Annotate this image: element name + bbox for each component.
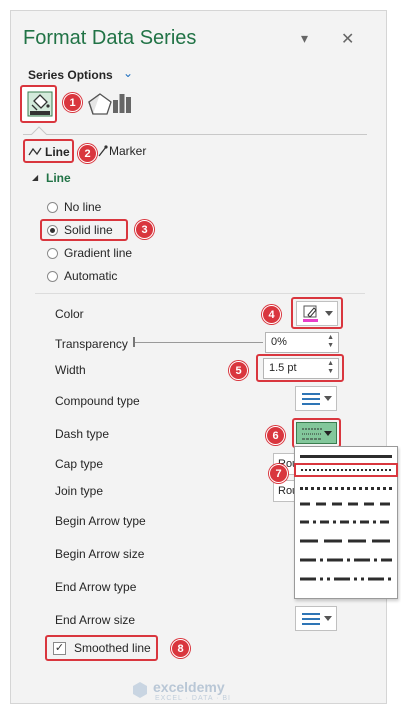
spin-up-icon[interactable]: ▲ xyxy=(327,360,334,367)
smoothed-line-highlight[interactable]: ✓ Smoothed line xyxy=(45,635,158,661)
begin-arrow-type-label: Begin Arrow type xyxy=(55,514,146,528)
width-spinner[interactable]: 1.5 pt ▲ ▼ xyxy=(263,358,339,379)
pane-title: Format Data Series xyxy=(23,27,197,49)
color-label: Color xyxy=(55,307,84,321)
pen-color-icon xyxy=(303,305,318,322)
radio-solid-line[interactable]: Solid line xyxy=(40,219,128,241)
callout-5: 5 xyxy=(229,361,248,380)
radio-automatic[interactable]: Automatic xyxy=(47,269,167,287)
width-spinner-highlight[interactable]: 1.5 pt ▲ ▼ xyxy=(256,354,344,382)
end-arrow-size-label: End Arrow size xyxy=(55,613,136,627)
dash-type-label: Dash type xyxy=(55,427,110,441)
callout-3: 3 xyxy=(135,220,154,239)
line-icon xyxy=(28,147,42,156)
width-label: Width xyxy=(55,363,86,377)
dash-option-square-dot[interactable] xyxy=(300,487,392,490)
dropdown-arrow-icon xyxy=(324,616,332,621)
collapse-triangle-icon[interactable]: ◢ xyxy=(32,173,38,182)
callout-7: 7 xyxy=(269,464,288,483)
arrow-size-icon xyxy=(302,613,320,625)
fill-line-tab[interactable] xyxy=(20,85,57,123)
color-picker-highlight[interactable] xyxy=(291,297,343,329)
spin-down-icon[interactable]: ▼ xyxy=(327,368,334,375)
bar-chart-icon[interactable] xyxy=(111,92,133,114)
radio-button-selected[interactable] xyxy=(47,225,58,236)
radio-button[interactable] xyxy=(47,271,58,282)
line-subtab[interactable]: Line xyxy=(23,139,74,163)
tab-separator xyxy=(23,134,367,135)
close-icon[interactable]: ✕ xyxy=(341,29,354,49)
callout-1: 1 xyxy=(63,93,82,112)
compound-type-dropdown[interactable] xyxy=(295,386,337,411)
dropdown-arrow-icon xyxy=(324,396,332,401)
transparency-slider-track[interactable] xyxy=(135,342,263,343)
callout-2: 2 xyxy=(78,144,97,163)
callout-6: 6 xyxy=(266,426,285,445)
radio-label: Gradient line xyxy=(64,246,133,260)
radio-button[interactable] xyxy=(47,202,58,213)
dash-option-round-dot-selected[interactable] xyxy=(294,463,398,477)
chevron-down-icon[interactable]: ⌄ xyxy=(123,66,133,80)
radio-gradient-line[interactable]: Gradient line xyxy=(47,246,167,264)
cap-type-label: Cap type xyxy=(55,457,104,471)
radio-label: No line xyxy=(64,200,102,214)
smoothed-line-checkbox[interactable]: ✓ xyxy=(53,642,66,655)
end-arrow-size-dropdown[interactable] xyxy=(295,606,337,631)
watermark-tagline: EXCEL · DATA · BI xyxy=(155,695,231,702)
smoothed-line-label: Smoothed line xyxy=(74,641,151,655)
radio-label: Automatic xyxy=(64,269,118,283)
line-subtab-label: Line xyxy=(45,145,70,159)
format-data-series-pane: Format Data Series ▾ ✕ Series Options ⌄ … xyxy=(10,10,398,704)
series-options-dropdown[interactable]: Series Options xyxy=(28,68,113,82)
marker-icon xyxy=(98,145,108,157)
watermark-brand: exceldemy xyxy=(153,679,225,695)
dash-type-dropdown[interactable] xyxy=(296,422,337,444)
callout-8: 8 xyxy=(171,639,190,658)
spin-down-icon[interactable]: ▼ xyxy=(327,342,334,349)
dash-style-icon xyxy=(302,428,322,440)
color-picker-button[interactable] xyxy=(296,301,338,326)
dropdown-arrow-icon xyxy=(325,311,333,316)
radio-label: Solid line xyxy=(64,223,113,237)
selected-tab-notch xyxy=(31,126,47,135)
begin-arrow-size-label: Begin Arrow size xyxy=(55,547,145,561)
dash-option-solid[interactable] xyxy=(300,455,392,458)
transparency-label: Transparency xyxy=(55,337,128,351)
compound-type-label: Compound type xyxy=(55,394,140,408)
divider xyxy=(35,293,365,294)
marker-subtab-label: Marker xyxy=(109,144,147,158)
end-arrow-type-label: End Arrow type xyxy=(55,580,137,594)
compound-lines-icon xyxy=(302,393,320,405)
dash-option-patterns[interactable] xyxy=(300,499,392,595)
watermark-logo-icon xyxy=(133,682,147,698)
callout-4: 4 xyxy=(262,305,281,324)
paint-bucket-icon xyxy=(27,91,53,117)
dropdown-arrow-icon xyxy=(324,431,332,436)
dash-type-menu[interactable] xyxy=(294,446,398,599)
round-dot-line xyxy=(301,469,391,471)
pentagon-icon[interactable] xyxy=(87,92,113,116)
radio-button[interactable] xyxy=(47,248,58,259)
transparency-spinner[interactable]: 0% ▲ ▼ xyxy=(265,332,339,353)
join-type-label: Join type xyxy=(55,484,104,498)
spin-up-icon[interactable]: ▲ xyxy=(327,334,334,341)
dash-type-highlight[interactable] xyxy=(292,418,341,448)
width-value[interactable]: 1.5 pt xyxy=(269,362,297,374)
radio-no-line[interactable]: No line xyxy=(47,200,167,218)
transparency-value[interactable]: 0% xyxy=(271,336,287,348)
pane-options-icon[interactable]: ▾ xyxy=(301,30,308,47)
line-section-header[interactable]: Line xyxy=(46,171,71,185)
